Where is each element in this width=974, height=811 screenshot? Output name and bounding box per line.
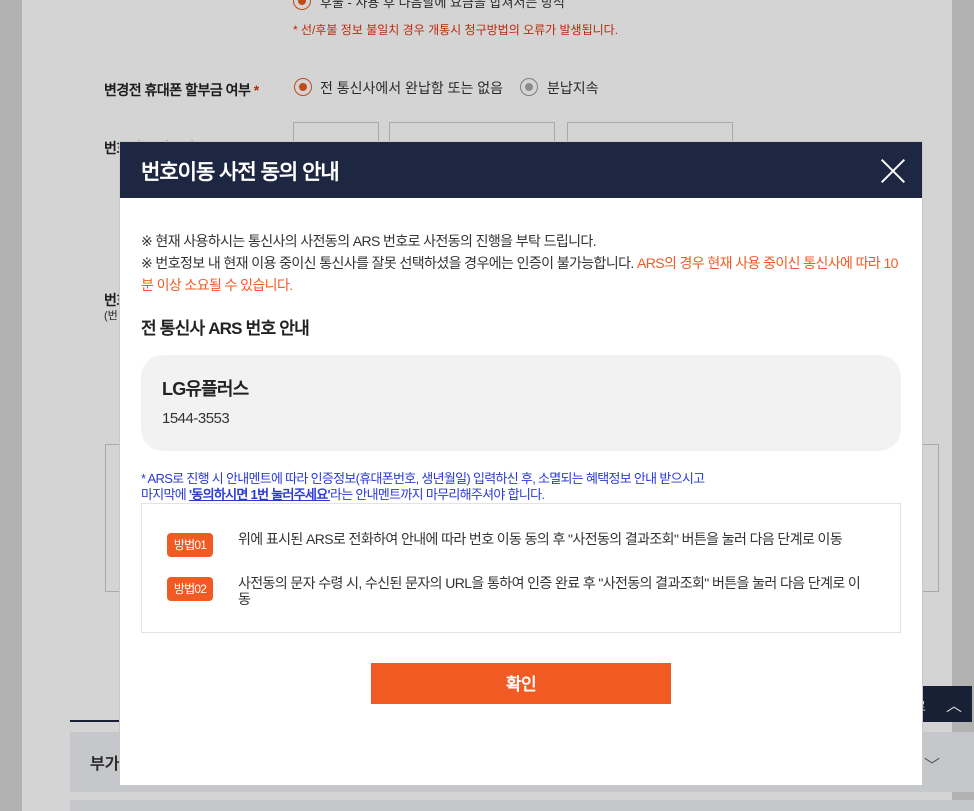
close-icon[interactable]: [876, 154, 910, 188]
carrier-ars-number: 1544-3553: [162, 410, 230, 427]
carrier-ars-card: LG유플러스 1544-3553: [141, 355, 901, 451]
consent-key-link[interactable]: '동의하시면 1번 눌러주세요': [189, 487, 331, 502]
method-text: 사전동의 문자 수령 시, 수신된 문자의 URL을 통하여 인증 완료 후 "…: [238, 575, 861, 607]
ars-consent-modal: 번호이동 사전 동의 안내 ※ 현재 사용하시는 통신사의 사전동의 ARS 번…: [120, 142, 922, 785]
ars-note-line-2: 마지막에 '동의하시면 1번 눌러주세요'라는 안내멘트까지 마무리해주셔야 합…: [141, 487, 545, 502]
method-list: 방법01 위에 표시된 ARS로 전화하여 안내에 따라 번호 이동 동의 후 …: [141, 503, 901, 633]
notice-line-1: ※ 현재 사용하시는 통신사의 사전동의 ARS 번호로 사전동의 진행을 부탁…: [141, 233, 597, 249]
modal-title: 번호이동 사전 동의 안내: [141, 161, 340, 184]
method-text: 위에 표시된 ARS로 전화하여 안내에 따라 번호 이동 동의 후 "사전동의…: [238, 531, 843, 547]
confirm-button[interactable]: 확인: [371, 663, 671, 704]
carrier-name: LG유플러스: [162, 379, 249, 399]
ars-note-line-1: * ARS로 진행 시 안내멘트에 따라 인증정보(휴대폰번호, 생년월일) 입…: [141, 471, 705, 486]
notice-line-2: ※ 번호정보 내 현재 이용 중이신 통신사를 잘못 선택하셨을 경우에는 인증…: [141, 255, 898, 293]
ars-section-title: 전 통신사 ARS 번호 안내: [141, 319, 310, 338]
modal-header: 번호이동 사전 동의 안내: [120, 142, 922, 198]
consent-notice: ※ 현재 사용하시는 통신사의 사전동의 ARS 번호로 사전동의 진행을 부탁…: [141, 230, 901, 296]
method-badge: 방법01: [167, 533, 213, 557]
ars-instruction-note: * ARS로 진행 시 안내멘트에 따라 인증정보(휴대폰번호, 생년월일) 입…: [141, 471, 841, 503]
method-badge: 방법02: [167, 577, 213, 601]
